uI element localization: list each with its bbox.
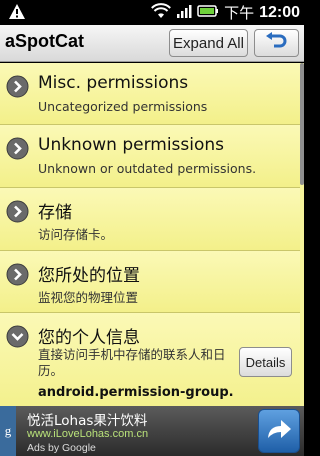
chevron-right-icon[interactable] <box>6 75 29 102</box>
expand-all-button[interactable]: Expand All <box>169 29 248 57</box>
title-bar: aSpotCat Expand All <box>0 25 304 62</box>
status-clock: 12:00 <box>259 3 300 21</box>
ad-attribution: Ads by Google <box>27 442 96 454</box>
ad-banner[interactable]: g 悦活Lohas果汁饮料 www.iLoveLohas.com.cn Ads … <box>0 406 304 456</box>
permission-name: android.permission-group. <box>38 385 234 400</box>
details-button[interactable]: Details <box>239 347 292 377</box>
chevron-down-icon[interactable] <box>6 325 29 352</box>
permission-group-subtitle: 访问存储卡。 <box>38 227 114 242</box>
back-arrow-icon <box>265 32 289 54</box>
forward-arrow-icon <box>265 417 293 445</box>
status-bar: 下午 12:00 <box>0 0 304 25</box>
ad-url[interactable]: www.iLoveLohas.com.cn <box>27 428 148 440</box>
warning-icon <box>8 3 26 25</box>
permission-group-title: 您的个人信息 <box>38 328 140 348</box>
permission-group-row[interactable]: Misc. permissions Uncategorized permissi… <box>0 63 300 125</box>
permission-group-title: Unknown permissions <box>38 135 225 155</box>
permission-group-subtitle: Unknown or outdated permissions. <box>38 161 257 176</box>
battery-icon <box>197 3 219 22</box>
permission-group-row[interactable]: 存储 访问存储卡。 <box>0 188 300 251</box>
permission-group-subtitle: Uncategorized permissions <box>38 99 208 114</box>
signal-icon <box>176 3 192 23</box>
ad-open-button[interactable] <box>258 409 300 453</box>
app-title: aSpotCat <box>5 31 85 51</box>
chevron-right-icon[interactable] <box>6 200 29 227</box>
permission-group-row[interactable]: Unknown permissions Unknown or outdated … <box>0 125 300 188</box>
permission-group-title: Misc. permissions <box>38 73 189 93</box>
permission-group-subtitle: 监视您的物理位置 <box>38 290 139 305</box>
chevron-right-icon[interactable] <box>6 263 29 290</box>
ad-title[interactable]: 悦活Lohas果汁饮料 <box>27 409 147 429</box>
ad-brand-mark: g <box>0 406 16 456</box>
permission-group-title: 您所处的位置 <box>38 266 140 286</box>
status-ampm: 下午 <box>224 4 255 22</box>
scrollbar-thumb[interactable] <box>300 63 304 185</box>
back-button[interactable] <box>254 29 299 57</box>
permission-group-row[interactable]: 您所处的位置 监视您的物理位置 <box>0 251 300 313</box>
chevron-right-icon[interactable] <box>6 137 29 164</box>
permission-group-subtitle: 直接访问手机中存储的联系人和日历。 <box>38 347 226 378</box>
permission-group-title: 存储 <box>38 203 72 223</box>
wifi-icon <box>151 2 171 23</box>
